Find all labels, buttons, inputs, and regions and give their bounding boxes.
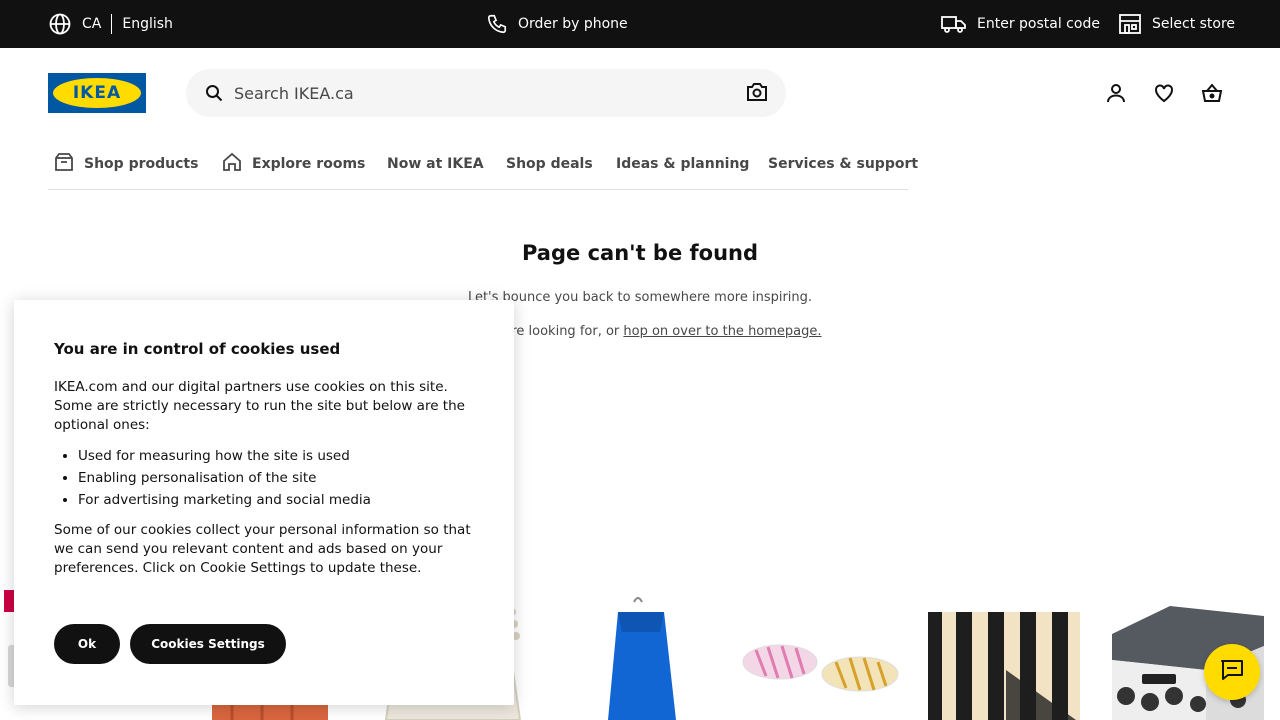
select-store-label: Select store xyxy=(1152,16,1236,32)
product-image[interactable] xyxy=(926,610,1082,720)
striped-towel-illustration xyxy=(928,612,1080,720)
logo-text: IKEA xyxy=(72,83,122,103)
phone-icon xyxy=(486,13,508,35)
nav-item-now-at-ikea[interactable]: Now at IKEA xyxy=(387,154,484,174)
select-store-button[interactable]: Select store xyxy=(1118,0,1235,48)
ikea-logo[interactable]: IKEA xyxy=(48,73,146,113)
country-code: CA xyxy=(82,16,102,32)
cookie-consent-dialog: You are in control of cookies used IKEA.… xyxy=(14,300,514,705)
nav-label: Now at IKEA xyxy=(387,156,484,172)
nav-item-shop-deals[interactable]: Shop deals xyxy=(506,154,593,174)
blue-towel-illustration xyxy=(608,597,676,720)
nav-label: Services & support xyxy=(768,156,919,172)
logo-oval: IKEA xyxy=(53,78,141,108)
cookie-buttons: Ok Cookies Settings xyxy=(54,624,286,664)
truck-icon xyxy=(941,13,967,35)
nav-item-services-support[interactable]: Services & support xyxy=(768,154,918,174)
list-item: For advertising marketing and social med… xyxy=(78,489,474,511)
language-label: English xyxy=(122,16,173,32)
cart-icon[interactable] xyxy=(1200,81,1224,105)
cookie-purpose-list: Used for measuring how the site is used … xyxy=(78,445,474,511)
store-icon xyxy=(1118,13,1142,35)
nav-item-shop-products[interactable]: Shop products xyxy=(54,152,199,176)
account-icon[interactable] xyxy=(1104,81,1128,105)
page-title: Page can't be found xyxy=(521,241,758,265)
product-image[interactable] xyxy=(742,640,902,696)
postal-code-label: Enter postal code xyxy=(977,16,1100,32)
homepage-link[interactable]: hop on over to the homepage. xyxy=(623,324,821,339)
nav-label: Shop products xyxy=(84,156,199,172)
main-navigation: Shop products Explore rooms Now at IKEA … xyxy=(48,140,918,190)
top-bar: CA English Order by phone Enter postal c… xyxy=(0,0,1280,48)
divider xyxy=(111,14,113,34)
globe-icon xyxy=(48,12,72,36)
chat-bubble-icon xyxy=(1220,659,1244,685)
nav-label: Ideas & planning xyxy=(616,156,750,172)
search-bar[interactable] xyxy=(186,69,786,117)
heart-icon[interactable] xyxy=(1152,81,1176,105)
camera-icon[interactable] xyxy=(747,83,767,105)
search-input[interactable] xyxy=(234,81,734,105)
box-icon xyxy=(54,152,74,176)
cookie-title: You are in control of cookies used xyxy=(54,340,341,358)
nav-label: Shop deals xyxy=(506,156,593,172)
order-by-phone-link[interactable]: Order by phone xyxy=(486,0,628,48)
list-item: Used for measuring how the site is used xyxy=(78,445,474,467)
nav-item-explore-rooms[interactable]: Explore rooms xyxy=(222,152,366,176)
plates-illustration xyxy=(742,644,899,692)
chat-button[interactable] xyxy=(1204,644,1260,700)
nav-label: Explore rooms xyxy=(252,156,366,172)
list-item: Enabling personalisation of the site xyxy=(78,467,474,489)
search-icon[interactable] xyxy=(205,84,223,106)
cookie-intro: IKEA.com and our digital partners use co… xyxy=(54,379,465,433)
nav-item-ideas-planning[interactable]: Ideas & planning xyxy=(616,154,749,174)
cookie-settings-button[interactable]: Cookies Settings xyxy=(130,624,286,664)
order-by-phone-label: Order by phone xyxy=(518,16,628,32)
country-language-selector[interactable]: CA English xyxy=(48,0,173,48)
cookie-outro: Some of our cookies collect your persona… xyxy=(54,522,471,576)
house-icon xyxy=(222,152,242,176)
product-image[interactable] xyxy=(604,592,688,720)
postal-code-button[interactable]: Enter postal code xyxy=(941,0,1100,48)
ok-button[interactable]: Ok xyxy=(54,624,120,664)
